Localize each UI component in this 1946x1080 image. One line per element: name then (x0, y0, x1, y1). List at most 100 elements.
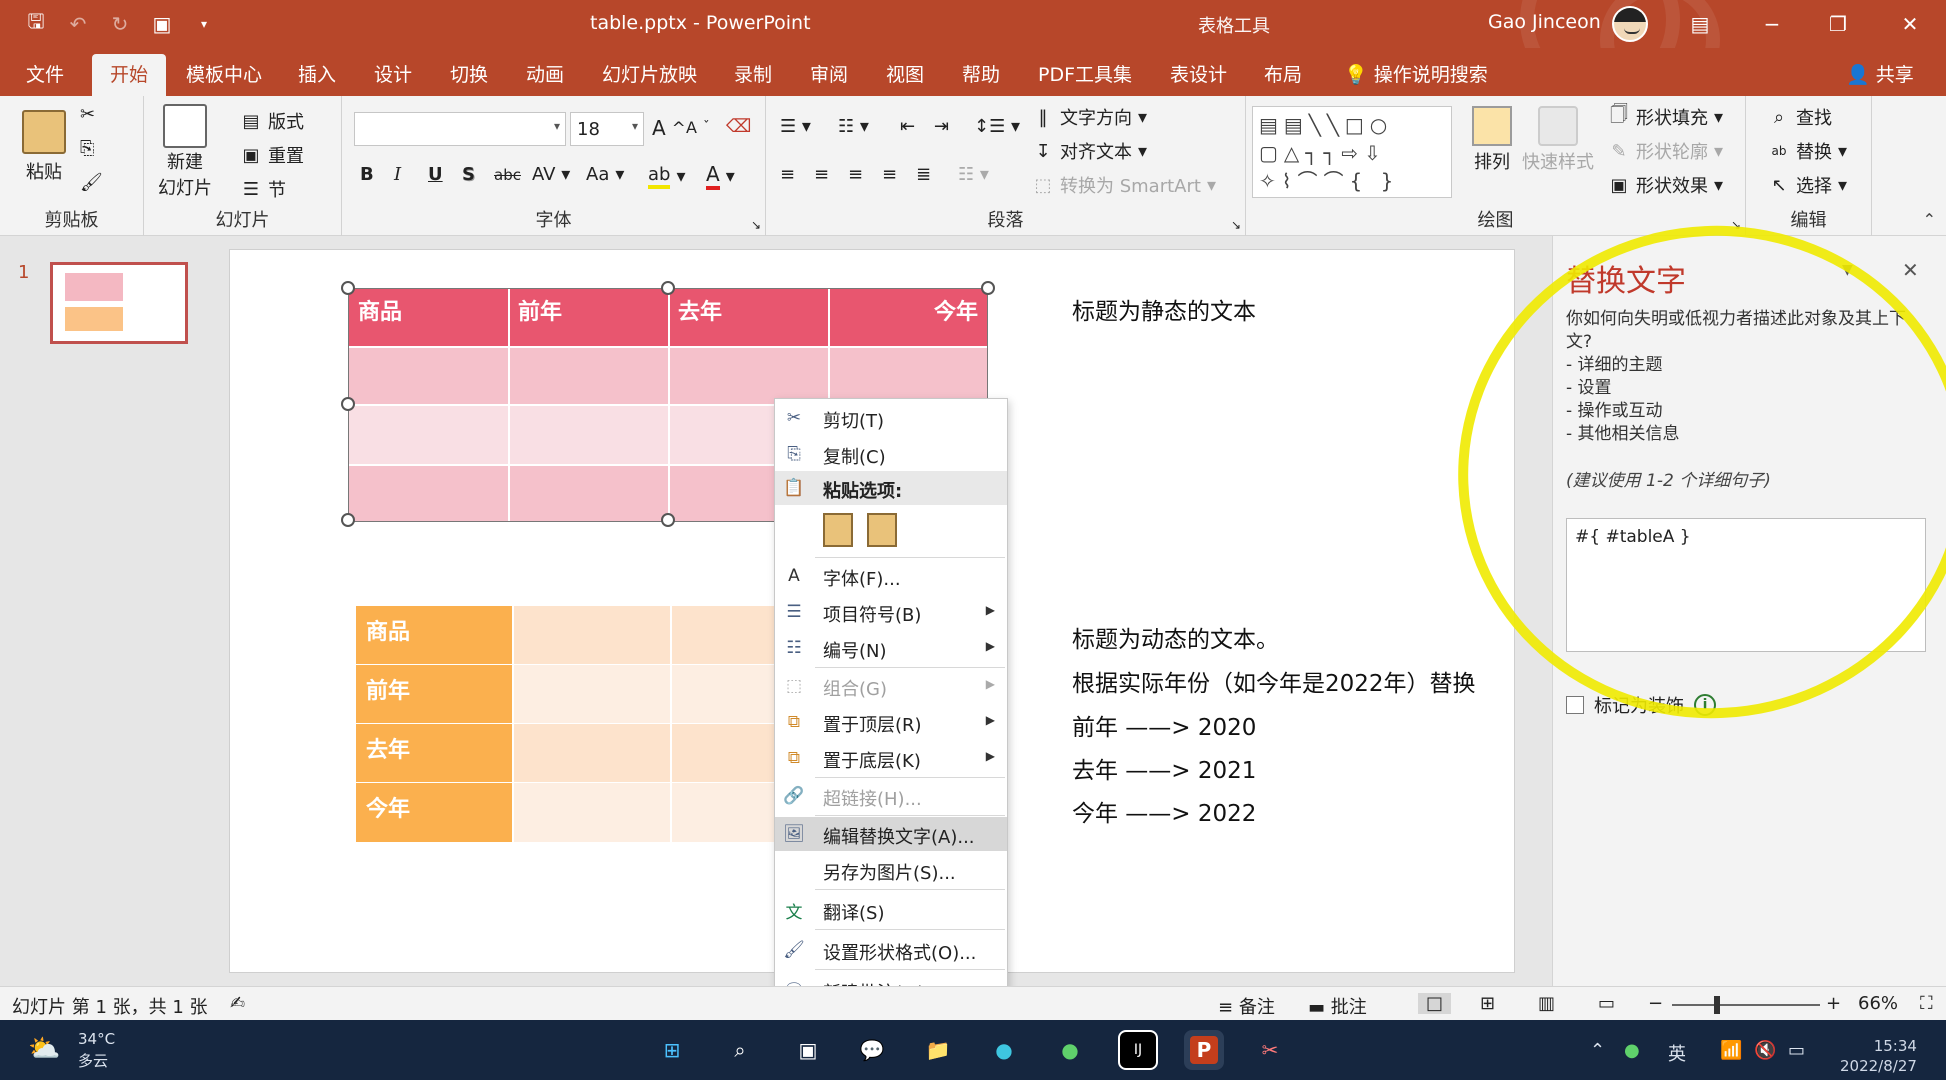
undo-icon[interactable]: ↶ (64, 10, 92, 38)
tab-slideshow[interactable]: 幻灯片放映 (602, 60, 697, 87)
edge-icon[interactable]: ● (984, 1030, 1024, 1070)
user-name[interactable]: Gao Jinceon (1488, 11, 1601, 33)
minimize-icon[interactable]: − (1752, 6, 1792, 42)
underline-button[interactable]: U (428, 164, 443, 185)
reset-button[interactable]: ▣ 重置 (240, 142, 304, 168)
replace-button[interactable]: ab 替换 ▾ (1768, 138, 1848, 164)
ribbon-display-icon[interactable]: ▤ (1680, 6, 1720, 42)
close-pane-icon[interactable]: ✕ (1902, 258, 1919, 282)
select-button[interactable]: ↖ 选择 ▾ (1768, 172, 1847, 198)
customize-qat-icon[interactable]: ▾ (190, 10, 218, 38)
mapping-line-1[interactable]: 前年 ——> 2020 (1072, 708, 1256, 742)
shape-outline-button[interactable]: ✎ 形状轮廓 ▾ (1608, 138, 1723, 164)
align-right-icon[interactable]: ≡ (848, 164, 863, 185)
notes-button[interactable]: ≡ 备注 (1218, 993, 1275, 1019)
change-case-button[interactable]: Aa ▾ (586, 164, 624, 185)
tab-pdf-tools[interactable]: PDF工具集 (1038, 60, 1132, 87)
arrange-button[interactable]: 排列 (1472, 106, 1512, 174)
tab-layout[interactable]: 布局 (1264, 60, 1302, 87)
font-color-button[interactable]: A ▾ (706, 162, 735, 190)
paste-as-picture-icon[interactable] (867, 513, 897, 547)
increase-indent-icon[interactable]: ⇥ (934, 116, 949, 137)
dialog-launcher-icon[interactable]: ↘ (751, 218, 761, 232)
accessibility-icon[interactable]: ✍ (230, 993, 245, 1014)
task-view-icon[interactable]: ▣ (788, 1030, 828, 1070)
tab-home[interactable]: 开始 (92, 54, 167, 96)
tab-animations[interactable]: 动画 (526, 60, 564, 87)
search-icon[interactable]: ⌕ (720, 1030, 760, 1070)
font-size-field[interactable]: 18 ▾ (570, 112, 644, 146)
quick-styles-button[interactable]: 快速样式 (1522, 106, 1594, 174)
copy-icon[interactable]: ⎘ (80, 138, 94, 159)
clock[interactable]: 15:34 2022/8/27 (1840, 1036, 1917, 1076)
table-b-row-header[interactable]: 去年 (356, 724, 512, 782)
cut-icon[interactable]: ✂ (80, 104, 95, 125)
mark-decorative-checkbox[interactable] (1566, 696, 1584, 714)
slide-sorter-icon[interactable]: ⊞ (1480, 993, 1495, 1014)
paste-button[interactable]: 粘贴 (22, 110, 66, 184)
mapping-line-3[interactable]: 今年 ——> 2022 (1072, 794, 1256, 828)
tab-review[interactable]: 审阅 (810, 60, 848, 87)
zoom-level[interactable]: 66% (1858, 993, 1898, 1014)
teams-chat-icon[interactable]: 💬 (852, 1030, 892, 1070)
powerpoint-icon[interactable]: P (1184, 1030, 1224, 1070)
intellij-icon[interactable]: IJ (1118, 1030, 1158, 1070)
layout-button[interactable]: ▤ 版式 (240, 108, 304, 134)
smartart-button[interactable]: ⬚ 转换为 SmartArt ▾ (1032, 172, 1216, 198)
align-text-button[interactable]: ↧ 对齐文本 ▾ (1032, 138, 1147, 164)
menu-item-bring-to-front[interactable]: ⧉ 置于顶层(R) ▶ (775, 705, 1007, 739)
clear-format-icon[interactable]: ⌫ (726, 116, 751, 137)
tab-view[interactable]: 视图 (886, 60, 924, 87)
menu-item-group[interactable]: ⬚ 组合(G) ▶ (775, 669, 1007, 703)
restore-icon[interactable]: ❐ (1818, 6, 1858, 42)
comments-button[interactable]: ▬ 批注 (1308, 993, 1367, 1019)
paste-keep-format-icon[interactable] (823, 513, 853, 547)
decrease-indent-icon[interactable]: ⇤ (900, 116, 915, 137)
wifi-icon[interactable]: 📶 (1720, 1040, 1742, 1061)
columns-icon[interactable]: ☷ ▾ (958, 164, 989, 185)
bullets-icon[interactable]: ☰ ▾ (780, 116, 811, 137)
menu-item-edit-alt-text[interactable]: 🖼 编辑替换文字(A)... (775, 817, 1007, 851)
info-icon[interactable]: i (1694, 694, 1716, 716)
menu-item-translate[interactable]: 文翻译(S) (775, 893, 1007, 927)
mark-decorative-row[interactable]: 标记为装饰 i (1566, 692, 1716, 718)
resize-handle[interactable] (981, 281, 995, 295)
shadow-button[interactable]: S (462, 164, 475, 185)
font-name-field[interactable]: ▾ (354, 112, 566, 146)
slideshow-view-icon[interactable]: ▭ (1598, 993, 1615, 1014)
resize-handle[interactable] (341, 281, 355, 295)
justify-icon[interactable]: ≡ (882, 164, 897, 185)
section-button[interactable]: ☰ 节 (240, 176, 286, 202)
start-icon[interactable]: ⊞ (652, 1030, 692, 1070)
zoom-slider[interactable] (1672, 1004, 1820, 1006)
highlight-color-button[interactable]: ab ▾ (648, 164, 686, 189)
shrink-font-button[interactable]: Aˇ (686, 118, 710, 137)
avatar[interactable] (1612, 6, 1648, 42)
shapes-gallery[interactable]: ▤▤╲╲□○ ▢△┐┐⇨⇩ ✧⌇⌒⌒{ } (1252, 106, 1452, 198)
find-button[interactable]: ⌕ 查找 (1768, 104, 1832, 130)
tab-file[interactable]: 文件 (26, 60, 64, 87)
resize-handle[interactable] (661, 281, 675, 295)
menu-item-send-to-back[interactable]: ⧉ 置于底层(K) ▶ (775, 741, 1007, 775)
zoom-in-icon[interactable]: + (1826, 993, 1841, 1014)
tab-transitions[interactable]: 切换 (450, 60, 488, 87)
tab-template-center[interactable]: 模板中心 (186, 60, 262, 87)
resize-handle[interactable] (341, 397, 355, 411)
ime-indicator[interactable]: 英 (1668, 1040, 1686, 1066)
dynamic-title-text[interactable]: 标题为动态的文本。 (1072, 620, 1279, 654)
grow-font-button[interactable]: A ^ (652, 116, 686, 140)
menu-item-hyperlink[interactable]: 🔗 超链接(H)... (775, 779, 1007, 813)
pane-options-icon[interactable]: ▼ (1842, 262, 1853, 278)
align-left-icon[interactable]: ≡ (780, 164, 795, 185)
mapping-line-2[interactable]: 去年 ——> 2021 (1072, 751, 1256, 785)
reading-view-icon[interactable]: ▥ (1538, 993, 1555, 1014)
format-painter-icon[interactable]: 🖌 (80, 172, 103, 193)
table-b-row-header[interactable]: 今年 (356, 783, 512, 842)
menu-item-bullets[interactable]: ☰ 项目符号(B) ▶ (775, 595, 1007, 629)
tab-insert[interactable]: 插入 (298, 60, 336, 87)
close-icon[interactable]: ✕ (1890, 6, 1930, 42)
file-explorer-icon[interactable]: 📁 (918, 1030, 958, 1070)
menu-item-numbering[interactable]: ☷ 编号(N) ▶ (775, 631, 1007, 665)
text-direction-button[interactable]: ‖ 文字方向 ▾ (1032, 104, 1148, 130)
char-spacing-button[interactable]: AV ▾ (532, 164, 570, 185)
